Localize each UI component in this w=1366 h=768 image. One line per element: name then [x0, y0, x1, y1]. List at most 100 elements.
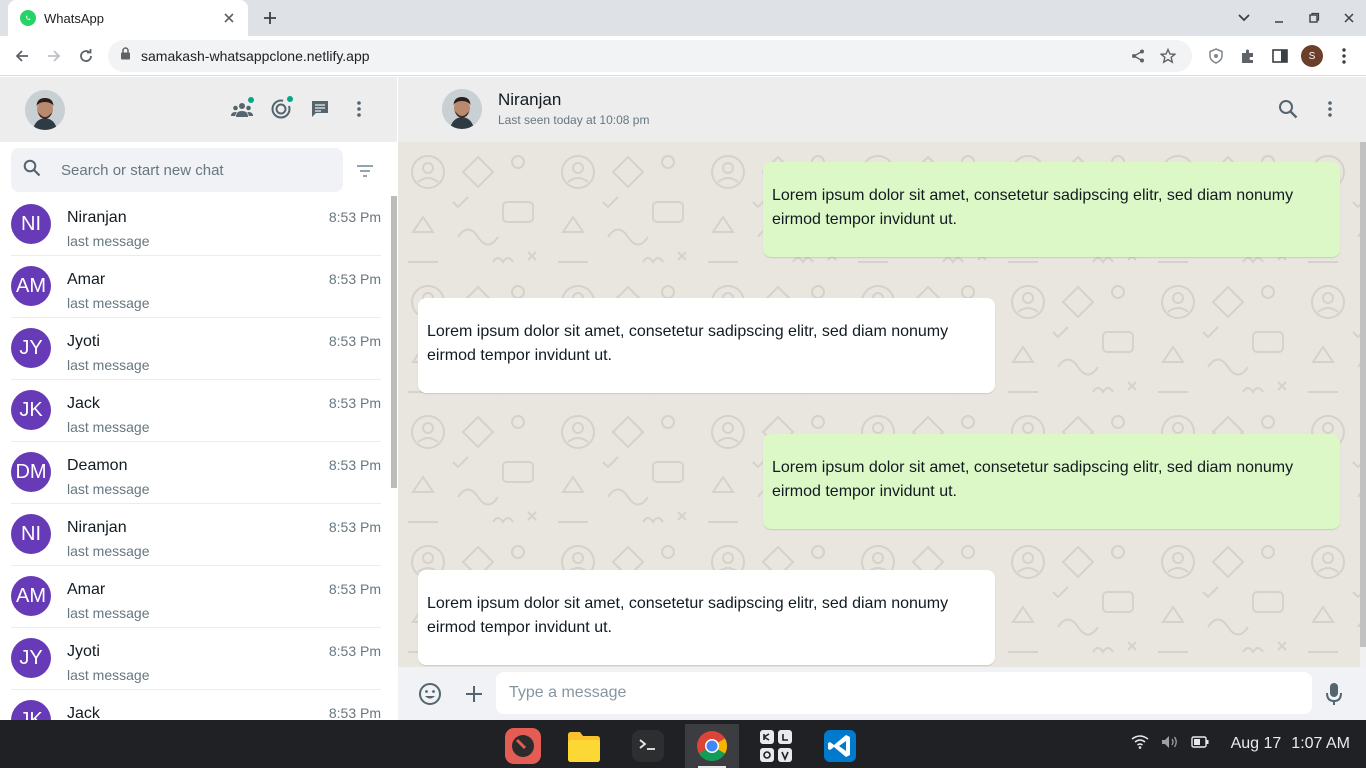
tab-close-icon[interactable] [220, 9, 238, 27]
message-input[interactable] [496, 672, 1312, 714]
scrollbar-thumb[interactable] [391, 196, 397, 488]
bookmark-star-icon[interactable] [1156, 44, 1180, 68]
whatsapp-app: NI Niranjan last message 8:53 Pm AM Amar… [0, 77, 1366, 720]
chat-avatar: AM [11, 576, 51, 616]
chat-avatar: NI [11, 204, 51, 244]
communities-icon[interactable] [229, 96, 254, 121]
chat-last-message: last message [67, 233, 150, 249]
tray-date: Aug 17 [1230, 735, 1282, 752]
new-tab-button[interactable] [258, 6, 282, 30]
close-window-icon[interactable] [1331, 0, 1366, 36]
message-area-scrollbar[interactable] [1360, 142, 1366, 667]
chat-last-message: last message [67, 357, 150, 373]
message-composer [398, 667, 1366, 720]
chat-last-message: last message [67, 481, 150, 497]
message-text: Lorem ipsum dolor sit amet, consetetur s… [772, 187, 1294, 228]
browser-tab-strip: WhatsApp [0, 0, 1366, 36]
chat-avatar: AM [11, 266, 51, 306]
profile-button[interactable]: S [1298, 40, 1326, 72]
browser-menu-kebab-icon[interactable] [1330, 40, 1358, 72]
chat-time: 8:53 Pm [328, 581, 381, 597]
microphone-icon[interactable] [1321, 681, 1347, 707]
sketch-app-icon[interactable] [496, 724, 550, 768]
message-bubble-incoming[interactable]: Lorem ipsum dolor sit amet, consetetur s… [418, 298, 995, 393]
conversation-header[interactable]: Niranjan Last seen today at 10:08 pm [398, 77, 1366, 142]
filter-icon[interactable] [353, 159, 377, 183]
chat-time: 8:53 Pm [328, 705, 381, 720]
chat-name: Jack [67, 705, 100, 720]
sidebar-menu-kebab-icon[interactable] [346, 96, 371, 121]
back-arrow-icon[interactable] [8, 42, 36, 70]
scrollbar-thumb[interactable] [1360, 142, 1366, 647]
conversation-panel: Niranjan Last seen today at 10:08 pm Lor… [398, 77, 1366, 720]
volume-icon [1161, 735, 1179, 754]
system-tray[interactable]: Aug 17 1:07 AM [1131, 720, 1366, 768]
chat-time: 8:53 Pm [328, 395, 381, 411]
chat-list-scrollbar[interactable] [391, 194, 397, 720]
chat-list-item[interactable]: JK Jack last message 8:53 Pm [0, 380, 391, 442]
chat-name: Jyoti [67, 643, 100, 660]
forward-arrow-icon[interactable] [40, 42, 68, 70]
chat-last-message: last message [67, 667, 150, 683]
search-box[interactable] [11, 148, 343, 192]
user-avatar[interactable] [25, 90, 65, 130]
tab-search-chevron-icon[interactable] [1226, 0, 1261, 36]
share-icon[interactable] [1126, 44, 1150, 68]
message-text: Lorem ipsum dolor sit amet, consetetur s… [427, 595, 949, 636]
browser-toolbar: samakash-whatsappclone.netlify.app S [0, 36, 1366, 76]
message-area: Lorem ipsum dolor sit amet, consetetur s… [398, 142, 1360, 667]
lock-icon [120, 47, 131, 65]
search-section [0, 142, 397, 194]
files-app-icon[interactable] [557, 724, 611, 768]
search-input[interactable] [61, 161, 321, 179]
chat-list-item[interactable]: AM Amar last message 8:53 Pm [0, 566, 391, 628]
conversation-menu-kebab-icon[interactable] [1318, 97, 1342, 121]
last-seen-status: Last seen today at 10:08 pm [498, 113, 650, 127]
terminal-app-icon[interactable] [621, 724, 675, 768]
chat-last-message: last message [67, 543, 150, 559]
chat-list-item[interactable]: NI Niranjan last message 8:53 Pm [0, 194, 391, 256]
chat-list-item[interactable]: AM Amar last message 8:53 Pm [0, 256, 391, 318]
chat-list-item[interactable]: JY Jyoti last message 8:53 Pm [0, 628, 391, 690]
chat-avatar: NI [11, 514, 51, 554]
shield-extension-icon[interactable] [1202, 40, 1230, 72]
battery-icon [1190, 735, 1209, 753]
chat-time: 8:53 Pm [328, 519, 381, 535]
restore-icon[interactable] [1296, 0, 1331, 36]
address-bar[interactable]: samakash-whatsappclone.netlify.app [108, 40, 1192, 72]
chat-list: NI Niranjan last message 8:53 Pm AM Amar… [0, 194, 391, 720]
window-controls [1226, 0, 1366, 36]
chat-list-item[interactable]: NI Niranjan last message 8:53 Pm [0, 504, 391, 566]
notification-dot [248, 97, 254, 103]
message-bubble-incoming[interactable]: Lorem ipsum dolor sit amet, consetetur s… [418, 570, 995, 665]
reload-icon[interactable] [72, 42, 100, 70]
new-chat-icon[interactable] [307, 96, 332, 121]
search-icon [23, 159, 41, 182]
chat-list-item[interactable]: DM Deamon last message 8:53 Pm [0, 442, 391, 504]
attach-plus-icon[interactable] [461, 681, 487, 707]
message-bubble-outgoing[interactable]: Lorem ipsum dolor sit amet, consetetur s… [763, 162, 1340, 257]
chat-name: Amar [67, 581, 106, 598]
chat-last-message: last message [67, 605, 150, 621]
search-messages-icon[interactable] [1276, 97, 1300, 121]
side-panel-icon[interactable] [1266, 40, 1294, 72]
keyboard-app-icon[interactable] [749, 724, 803, 768]
chrome-app-icon[interactable] [685, 724, 739, 768]
minimize-icon[interactable] [1261, 0, 1296, 36]
contact-name: Niranjan [498, 90, 562, 109]
browser-tab-whatsapp[interactable]: WhatsApp [8, 0, 248, 36]
status-icon[interactable] [268, 96, 293, 121]
os-shelf: Aug 17 1:07 AM [0, 720, 1366, 768]
chat-time: 8:53 Pm [328, 209, 381, 225]
message-bubble-outgoing[interactable]: Lorem ipsum dolor sit amet, consetetur s… [763, 434, 1340, 529]
contact-avatar[interactable] [442, 89, 482, 129]
emoji-icon[interactable] [417, 681, 443, 707]
chat-avatar: JK [11, 700, 51, 720]
chat-list-item[interactable]: JY Jyoti last message 8:53 Pm [0, 318, 391, 380]
extensions-puzzle-icon[interactable] [1234, 40, 1262, 72]
vscode-app-icon[interactable] [813, 724, 867, 768]
chat-sidebar: NI Niranjan last message 8:53 Pm AM Amar… [0, 77, 397, 720]
chat-list-item[interactable]: JK Jack 8:53 Pm [0, 690, 391, 720]
profile-avatar: S [1301, 45, 1323, 67]
url-text: samakash-whatsappclone.netlify.app [141, 48, 370, 64]
